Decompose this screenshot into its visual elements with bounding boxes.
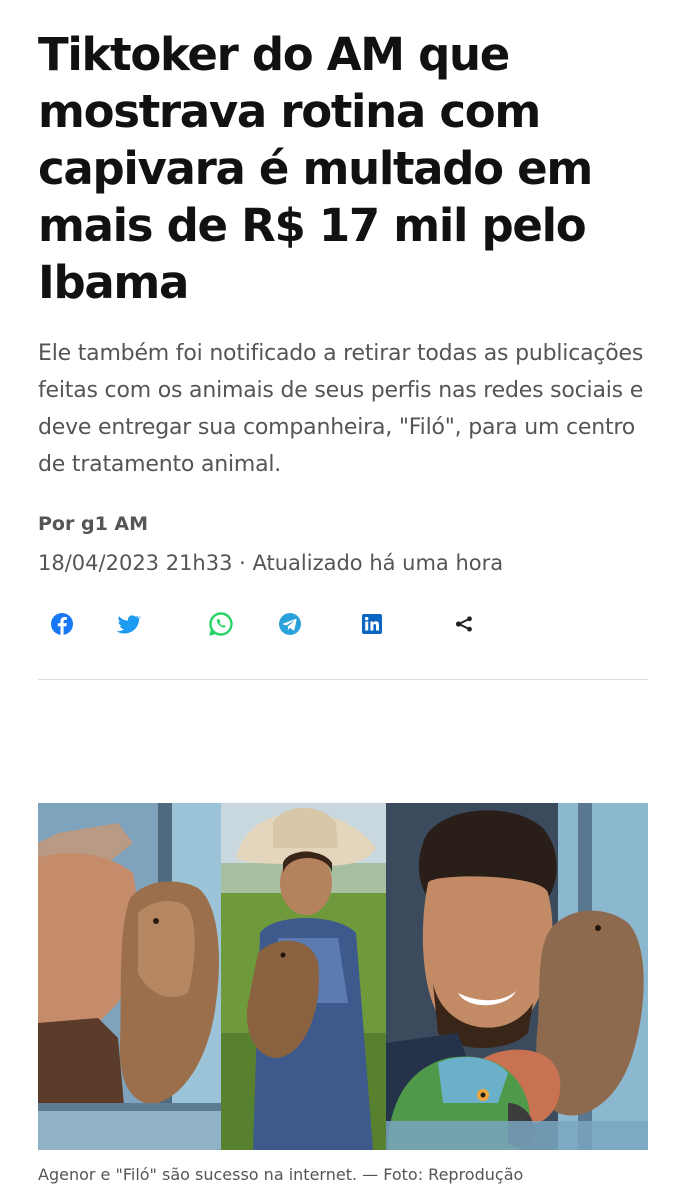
share-bar [38, 606, 648, 646]
linkedin-icon [360, 612, 384, 641]
share-twitter-button[interactable] [108, 606, 148, 646]
share-facebook-button[interactable] [42, 606, 82, 646]
article: Tiktoker do AM que mostrava rotina com c… [38, 0, 648, 1184]
twitter-icon [115, 611, 141, 642]
byline[interactable]: Por g1 AM [38, 513, 648, 539]
whatsapp-icon [207, 610, 235, 643]
share-icon [452, 612, 476, 641]
photo-caption: Agenor e "Filó" são sucesso na internet.… [38, 1165, 524, 1184]
share-telegram-button[interactable] [270, 606, 310, 646]
capybara-collage-image [38, 803, 648, 1150]
share-whatsapp-button[interactable] [201, 606, 241, 646]
share-more-button[interactable] [444, 606, 484, 646]
share-linkedin-button[interactable] [352, 606, 392, 646]
facebook-icon [49, 611, 75, 642]
telegram-icon [277, 611, 303, 642]
article-subtitle: Ele também foi notificado a retirar toda… [38, 341, 644, 477]
publish-date: 18/04/2023 21h33 · Atualizado há uma hor… [38, 551, 504, 575]
article-photo[interactable] [38, 803, 648, 1150]
divider [38, 679, 648, 680]
headline: Tiktoker do AM que mostrava rotina com c… [38, 28, 593, 309]
